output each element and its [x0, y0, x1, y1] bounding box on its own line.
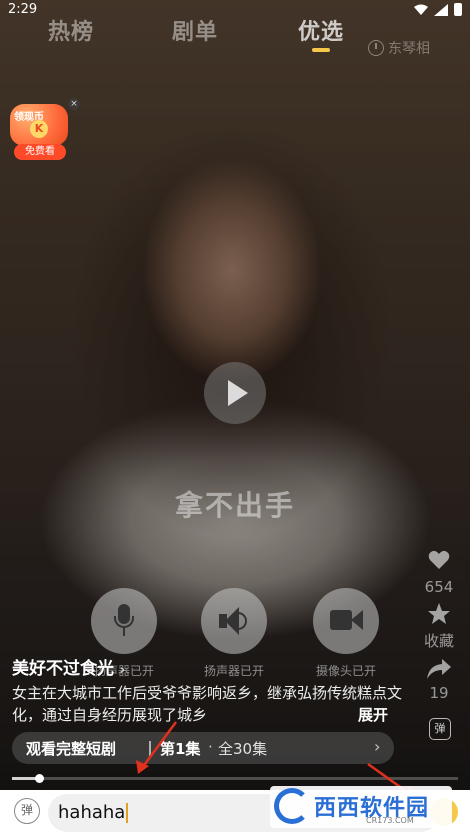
microphone-icon: [91, 588, 157, 654]
text-cursor: [126, 803, 128, 823]
chevron-right-icon: ›: [374, 737, 381, 756]
danmaku-icon[interactable]: 弹: [429, 718, 451, 740]
drama-title-text: 美好不过食光: [12, 659, 114, 679]
watch-history-label: 东琴相: [388, 41, 430, 57]
coin-badge: K: [30, 120, 48, 138]
drama-synopsis: 女主在大城市工作后受爷爷影响返乡，继承弘扬传统糕点文化，通过自身经历展现了城乡: [12, 684, 403, 724]
watch-full-label: 观看完整短剧: [26, 740, 117, 758]
top-tabs: 热榜 剧单 优选 东琴相: [0, 14, 470, 57]
camera-status: 摄像头已开: [315, 664, 376, 678]
speaker-toggle[interactable]: 扬声器已开: [189, 588, 279, 679]
progress-handle[interactable]: [34, 774, 44, 783]
coin-reward-widget[interactable]: 领现币 K 免费看 ×: [10, 98, 80, 160]
chevron-right-icon: ›: [119, 663, 126, 678]
expand-button[interactable]: 展开: [358, 704, 388, 725]
current-episode: 第1集: [160, 740, 201, 758]
total-episodes: 全30集: [218, 740, 268, 758]
speaker-status: 扬声器已开: [203, 664, 264, 678]
watermark-c-icon: [274, 788, 310, 824]
coin-free-label: 免费看: [14, 144, 66, 160]
watch-full-drama-bar[interactable]: 观看完整短剧 第1集 · 全30集 ›: [12, 732, 394, 764]
clock-icon: [368, 40, 384, 56]
heart-icon[interactable]: [428, 550, 450, 570]
danmaku-toggle-icon[interactable]: 弹: [14, 798, 40, 824]
camera-toggle[interactable]: 摄像头已开: [301, 588, 391, 679]
watermark-logo: 西西软件园 CR173.COM: [270, 786, 452, 828]
video-subtitle: 拿不出手: [174, 489, 295, 522]
active-tab-indicator: [312, 48, 330, 52]
watermark-subtext: CR173.COM: [366, 816, 414, 825]
tab-playlist[interactable]: 剧单: [172, 14, 218, 46]
close-icon[interactable]: ×: [68, 98, 80, 110]
camera-icon: [313, 588, 379, 654]
play-icon: [228, 380, 248, 406]
separator: ·: [208, 738, 213, 756]
watch-history-button[interactable]: 东琴相: [368, 38, 430, 58]
share-count: 19: [429, 684, 449, 702]
video-progress-bar[interactable]: [12, 774, 458, 783]
tab-featured[interactable]: 优选: [298, 14, 344, 46]
tab-hot[interactable]: 热榜: [48, 14, 94, 46]
danmaku-input-value: hahaha: [58, 802, 128, 823]
play-button[interactable]: [204, 362, 266, 424]
divider: [149, 741, 151, 756]
drama-title[interactable]: 美好不过食光 ›: [12, 654, 125, 679]
speaker-icon: [201, 588, 267, 654]
